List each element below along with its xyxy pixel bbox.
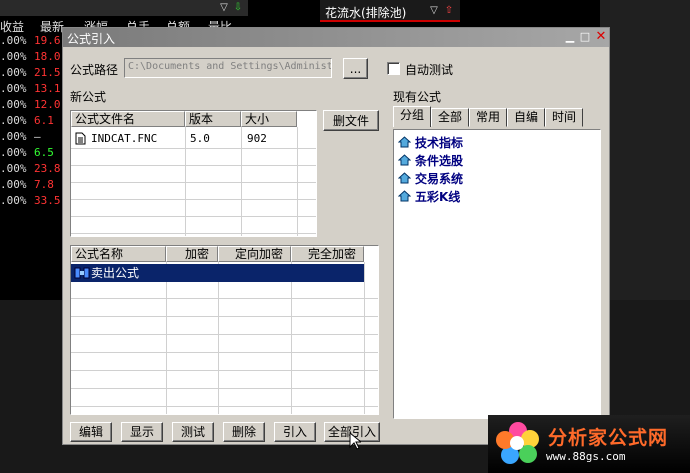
tree-item-label: 技术指标 xyxy=(415,136,464,150)
stock-latest: 6.5 xyxy=(34,146,54,159)
dialog-titlebar[interactable]: 公式引入 ▁ □ ✕ xyxy=(63,28,609,47)
home-icon xyxy=(397,154,412,169)
flower-logo-icon xyxy=(492,419,544,472)
show-button[interactable]: 显示 xyxy=(121,422,163,442)
test-button[interactable]: 测试 xyxy=(172,422,214,442)
home-icon xyxy=(397,136,412,151)
watermark: 分析家公式网 www.88gs.com xyxy=(488,415,690,473)
file-size: 902 xyxy=(247,132,267,145)
tree-item-label: 交易系统 xyxy=(415,172,464,186)
stock-latest: 7.8 xyxy=(34,178,54,191)
dropdown-icon[interactable]: ▽ xyxy=(218,2,230,14)
background-side-panel xyxy=(600,0,690,300)
tab-time[interactable]: 时间 xyxy=(545,108,583,127)
formula-files-table: 公式文件名 版本 大小 INDCAT.FNC 5.0 902 xyxy=(70,110,317,237)
delete-file-button[interactable]: 删文件 xyxy=(323,110,379,131)
background-titlebar: ▽ ⇩ xyxy=(0,0,248,16)
maximize-icon[interactable]: □ xyxy=(578,31,592,44)
browse-button[interactable]: ... xyxy=(343,58,368,79)
stock-latest: 23.8 xyxy=(34,162,61,175)
formula-tool-icon xyxy=(74,266,90,285)
stock-yield: .00% xyxy=(0,50,27,63)
stock-yield: .00% xyxy=(0,114,27,127)
tree-item-label: 五彩K线 xyxy=(415,190,461,204)
stock-latest: 12.0 xyxy=(34,98,61,111)
formulas-header-dir-enc[interactable]: 定向加密 xyxy=(218,246,291,262)
table-row[interactable]: INDCAT.FNC 5.0 902 xyxy=(71,129,297,148)
upload-arrow-icon[interactable]: ⇧ xyxy=(443,5,455,17)
existing-formulas-label: 现有公式 xyxy=(393,90,442,104)
edit-button[interactable]: 编辑 xyxy=(70,422,112,442)
stock-yield: .00% xyxy=(0,130,27,143)
files-header-size[interactable]: 大小 xyxy=(241,111,297,127)
stock-latest: 19.6 xyxy=(34,34,61,47)
home-icon xyxy=(397,190,412,205)
stock-yield: .00% xyxy=(0,162,27,175)
stock-yield: .00% xyxy=(0,34,27,47)
tree-item[interactable]: 五彩K线 xyxy=(397,188,461,205)
stock-latest: 13.1 xyxy=(34,82,61,95)
auto-test-checkbox[interactable] xyxy=(387,62,400,75)
tree-item-label: 条件选股 xyxy=(415,154,464,168)
files-header-version[interactable]: 版本 xyxy=(185,111,241,127)
path-label: 公式路径 xyxy=(70,63,119,77)
stock-yield: .00% xyxy=(0,146,27,159)
tab-all[interactable]: 全部 xyxy=(431,108,469,127)
tree-item[interactable]: 技术指标 xyxy=(397,134,464,151)
tree-item[interactable]: 条件选股 xyxy=(397,152,464,169)
dropdown-icon[interactable]: ▽ xyxy=(428,5,440,17)
formulas-table: 公式名称 加密 定向加密 完全加密 卖出公式 xyxy=(70,245,379,415)
auto-test-label: 自动测试 xyxy=(405,63,454,77)
path-input[interactable]: C:\Documents and Settings\Administ xyxy=(124,58,332,78)
background-right-title: 花流水(排除池) xyxy=(325,6,407,20)
files-header-name[interactable]: 公式文件名 xyxy=(71,111,185,127)
tab-custom[interactable]: 自编 xyxy=(507,108,545,127)
formula-name: 卖出公式 xyxy=(91,266,140,280)
tab-common[interactable]: 常用 xyxy=(469,108,507,127)
new-formula-label: 新公式 xyxy=(70,90,107,104)
formula-import-dialog: 公式引入 ▁ □ ✕ 公式路径 C:\Documents and Setting… xyxy=(62,27,610,445)
formulas-header-name[interactable]: 公式名称 xyxy=(71,246,166,262)
minimize-icon[interactable]: ▁ xyxy=(563,31,577,44)
tree-item[interactable]: 交易系统 xyxy=(397,170,464,187)
header-yield: 收益 xyxy=(0,20,25,34)
download-arrow-icon[interactable]: ⇩ xyxy=(232,2,244,14)
delete-button[interactable]: 删除 xyxy=(223,422,265,442)
stock-yield: .00% xyxy=(0,98,27,111)
watermark-title: 分析家公式网 xyxy=(548,427,669,449)
dialog-title: 公式引入 xyxy=(67,32,116,46)
stock-yield: .00% xyxy=(0,178,27,191)
formulas-header-enc[interactable]: 加密 xyxy=(166,246,218,262)
close-icon[interactable]: ✕ xyxy=(594,30,608,44)
background-right-titlebar: 花流水(排除池) ▽ ⇧ xyxy=(320,0,460,22)
stock-latest: 33.5 xyxy=(34,194,61,207)
file-name: INDCAT.FNC xyxy=(91,132,158,145)
stock-latest: 21.5 xyxy=(34,66,61,79)
watermark-url: www.88gs.com xyxy=(546,450,626,463)
file-doc-icon xyxy=(75,132,86,151)
stock-latest: 6.1 xyxy=(34,114,54,127)
table-row[interactable]: 卖出公式 xyxy=(71,264,364,282)
stock-yield: .00% xyxy=(0,82,27,95)
formula-group-tree: 技术指标 条件选股 交易系统 五彩K线 xyxy=(393,129,601,419)
mouse-cursor-icon xyxy=(349,431,363,453)
stock-latest: 18.0 xyxy=(34,50,61,63)
tab-group[interactable]: 分组 xyxy=(393,106,431,127)
stock-yield: .00% xyxy=(0,66,27,79)
stock-latest: — xyxy=(34,130,41,143)
formulas-header-full-enc[interactable]: 完全加密 xyxy=(291,246,364,262)
stock-yield: .00% xyxy=(0,194,27,207)
import-button[interactable]: 引入 xyxy=(274,422,316,442)
file-version: 5.0 xyxy=(190,132,210,145)
header-latest: 最新 xyxy=(40,20,65,34)
home-icon xyxy=(397,172,412,187)
